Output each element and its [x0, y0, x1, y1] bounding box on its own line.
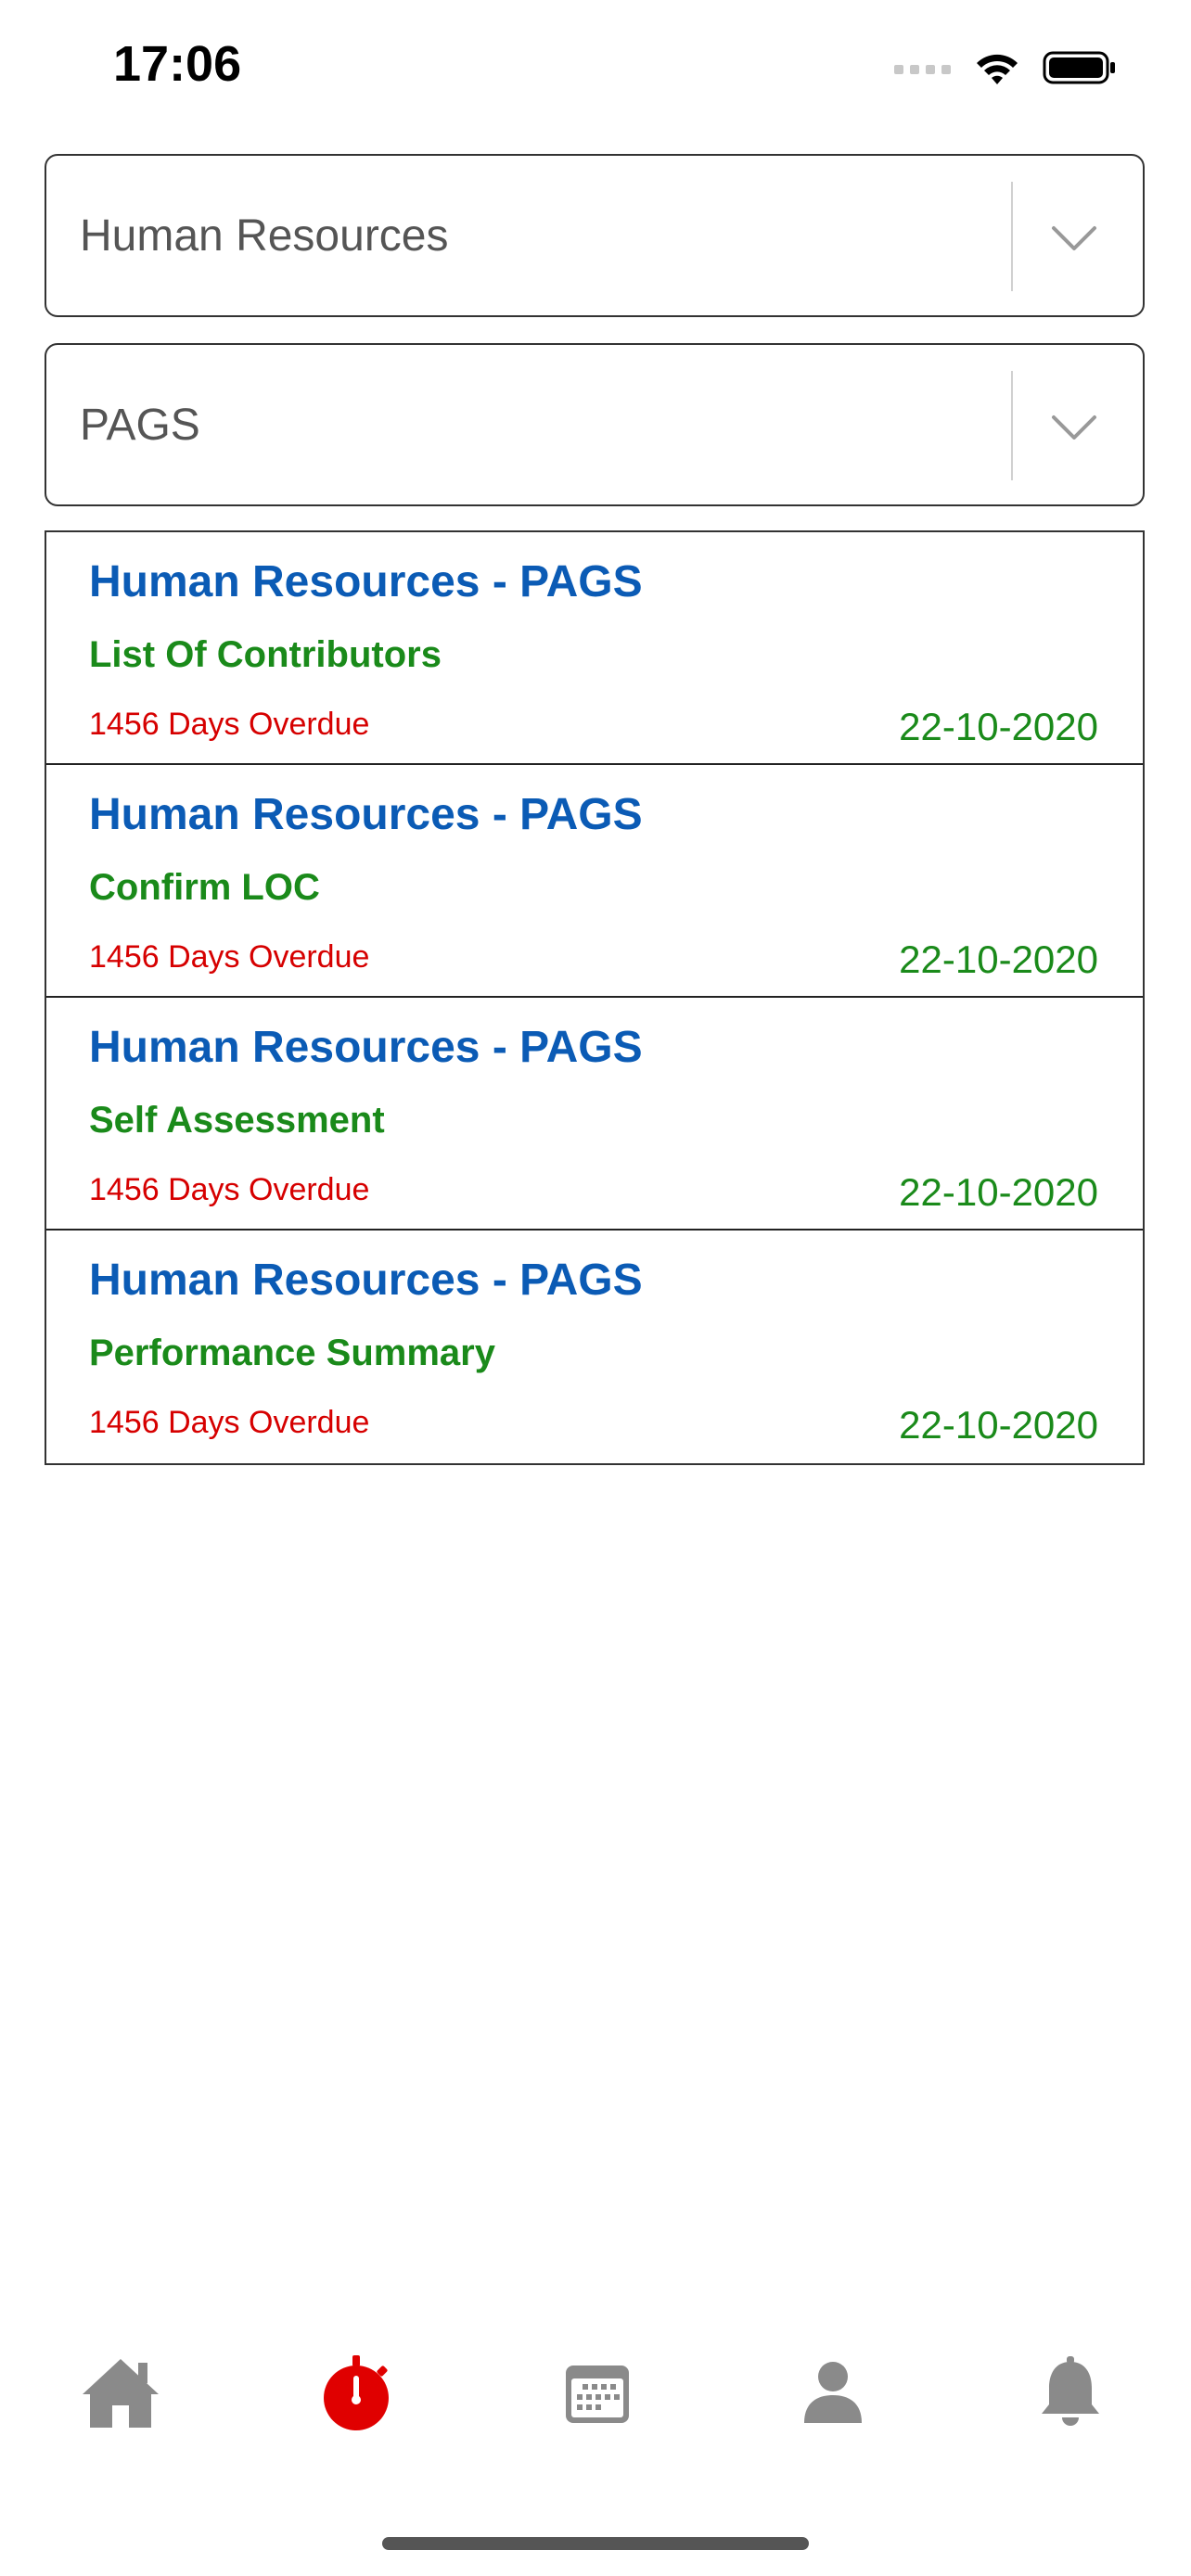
task-title: Human Resources - PAGS — [89, 557, 643, 606]
task-title: Human Resources - PAGS — [89, 1256, 643, 1305]
battery-icon — [1043, 51, 1115, 84]
category-selected-value: PAGS — [80, 400, 200, 450]
task-row[interactable]: Human Resources - PAGS List Of Contribut… — [46, 532, 1143, 765]
task-subtitle: Confirm LOC — [89, 867, 320, 908]
profile-icon — [804, 2362, 862, 2423]
chevron-down-icon[interactable] — [1050, 402, 1098, 451]
task-overdue-label: 1456 Days Overdue — [89, 707, 370, 742]
tab-notifications[interactable] — [1024, 2346, 1117, 2439]
category-dropdown[interactable]: PAGS — [45, 343, 1145, 506]
status-icons — [894, 45, 1117, 91]
task-date: 22-10-2020 — [899, 1403, 1098, 1447]
bottom-tab-bar — [0, 2346, 1191, 2457]
task-subtitle: Performance Summary — [89, 1333, 495, 1373]
task-overdue-label: 1456 Days Overdue — [89, 939, 370, 975]
status-time: 17:06 — [113, 36, 242, 92]
tab-profile[interactable] — [787, 2346, 879, 2439]
dropdown-divider — [1011, 182, 1013, 291]
dropdown-divider — [1011, 371, 1013, 480]
task-date: 22-10-2020 — [899, 705, 1098, 748]
department-dropdown[interactable]: Human Resources — [45, 154, 1145, 317]
task-row[interactable]: Human Resources - PAGS Confirm LOC 1456 … — [46, 765, 1143, 998]
task-row[interactable]: Human Resources - PAGS Performance Summa… — [46, 1231, 1143, 1463]
task-subtitle: List Of Contributors — [89, 634, 442, 675]
task-overdue-label: 1456 Days Overdue — [89, 1172, 370, 1207]
department-selected-value: Human Resources — [80, 210, 449, 261]
tab-timer[interactable] — [310, 2346, 403, 2439]
timer-icon — [324, 2355, 389, 2430]
task-list: Human Resources - PAGS List Of Contribut… — [45, 530, 1145, 1465]
bell-icon — [1042, 2356, 1099, 2426]
task-date: 22-10-2020 — [899, 937, 1098, 981]
cellular-signal-icon — [894, 65, 951, 74]
task-row[interactable]: Human Resources - PAGS Self Assessment 1… — [46, 998, 1143, 1231]
task-date: 22-10-2020 — [899, 1170, 1098, 1214]
calendar-icon — [566, 2366, 629, 2423]
chevron-down-icon[interactable] — [1050, 213, 1098, 261]
home-indicator[interactable] — [382, 2537, 809, 2550]
tab-calendar[interactable] — [551, 2346, 644, 2439]
task-title: Human Resources - PAGS — [89, 1023, 643, 1072]
task-title: Human Resources - PAGS — [89, 790, 643, 839]
wifi-icon — [977, 54, 1018, 84]
tab-home[interactable] — [74, 2346, 167, 2439]
home-icon — [83, 2359, 159, 2428]
task-subtitle: Self Assessment — [89, 1100, 385, 1141]
status-bar: 17:06 — [0, 0, 1191, 139]
task-overdue-label: 1456 Days Overdue — [89, 1405, 370, 1440]
